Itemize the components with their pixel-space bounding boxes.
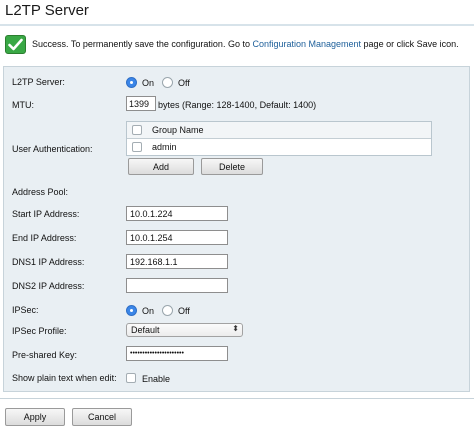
ipsec-profile-label: IPSec Profile:	[12, 326, 67, 336]
mtu-hint: bytes (Range: 128-1400, Default: 1400)	[158, 100, 317, 110]
start-ip-input[interactable]: 10.0.1.224	[126, 206, 228, 221]
dns1-input[interactable]: 192.168.1.1	[126, 254, 228, 269]
ipsec-on-radio[interactable]	[126, 305, 137, 316]
ipsec-profile-select[interactable]: Default ⬍	[126, 323, 243, 337]
l2tp-off-label: Off	[178, 78, 190, 88]
dns2-label: DNS2 IP Address:	[12, 281, 85, 291]
ipsec-profile-value: Default	[131, 325, 160, 335]
ipsec-off-label: Off	[178, 306, 190, 316]
message-text-before: Success. To permanently save the configu…	[32, 39, 253, 49]
cancel-button[interactable]: Cancel	[72, 408, 132, 426]
check-icon	[5, 35, 26, 54]
group-table: Group Name admin	[126, 121, 432, 156]
mtu-label: MTU:	[12, 100, 34, 110]
delete-button[interactable]: Delete	[201, 158, 263, 175]
enable-checkbox[interactable]	[126, 373, 136, 383]
table-row[interactable]: admin	[127, 139, 431, 155]
select-all-checkbox[interactable]	[132, 125, 142, 135]
ipsec-on-label: On	[142, 306, 155, 316]
title-divider	[0, 24, 474, 26]
configuration-management-link[interactable]: Configuration Management	[252, 39, 361, 49]
show-plain-text-label: Show plain text when edit:	[12, 373, 117, 383]
preshared-key-input[interactable]: ••••••••••••••••••••••	[126, 346, 228, 361]
success-message: Success. To permanently save the configu…	[32, 39, 459, 49]
group-table-header: Group Name	[127, 122, 431, 139]
form-panel	[3, 66, 470, 392]
ipsec-label: IPSec:	[12, 305, 39, 315]
footer-divider	[0, 398, 474, 399]
dns1-label: DNS1 IP Address:	[12, 257, 85, 267]
group-name-cell: admin	[152, 142, 177, 152]
message-text-after: page or click Save icon.	[361, 39, 459, 49]
group-name-header: Group Name	[152, 125, 204, 135]
end-ip-input[interactable]: 10.0.1.254	[126, 230, 228, 245]
address-pool-label: Address Pool:	[12, 187, 69, 197]
l2tp-server-label: L2TP Server:	[12, 77, 65, 87]
add-button[interactable]: Add	[128, 158, 194, 175]
l2tp-off-radio[interactable]	[162, 77, 173, 88]
dns2-input[interactable]	[126, 278, 228, 293]
row-checkbox[interactable]	[132, 142, 142, 152]
enable-label: Enable	[142, 374, 171, 384]
end-ip-label: End IP Address:	[12, 233, 77, 243]
ipsec-off-radio[interactable]	[162, 305, 173, 316]
user-authentication-label: User Authentication:	[12, 144, 93, 154]
start-ip-label: Start IP Address:	[12, 209, 80, 219]
page-title: L2TP Server	[5, 2, 89, 19]
mtu-input[interactable]: 1399	[126, 96, 156, 111]
l2tp-on-label: On	[142, 78, 155, 88]
apply-button[interactable]: Apply	[5, 408, 65, 426]
l2tp-on-radio[interactable]	[126, 77, 137, 88]
chevron-updown-icon: ⬍	[232, 324, 239, 333]
preshared-key-label: Pre-shared Key:	[12, 350, 78, 360]
